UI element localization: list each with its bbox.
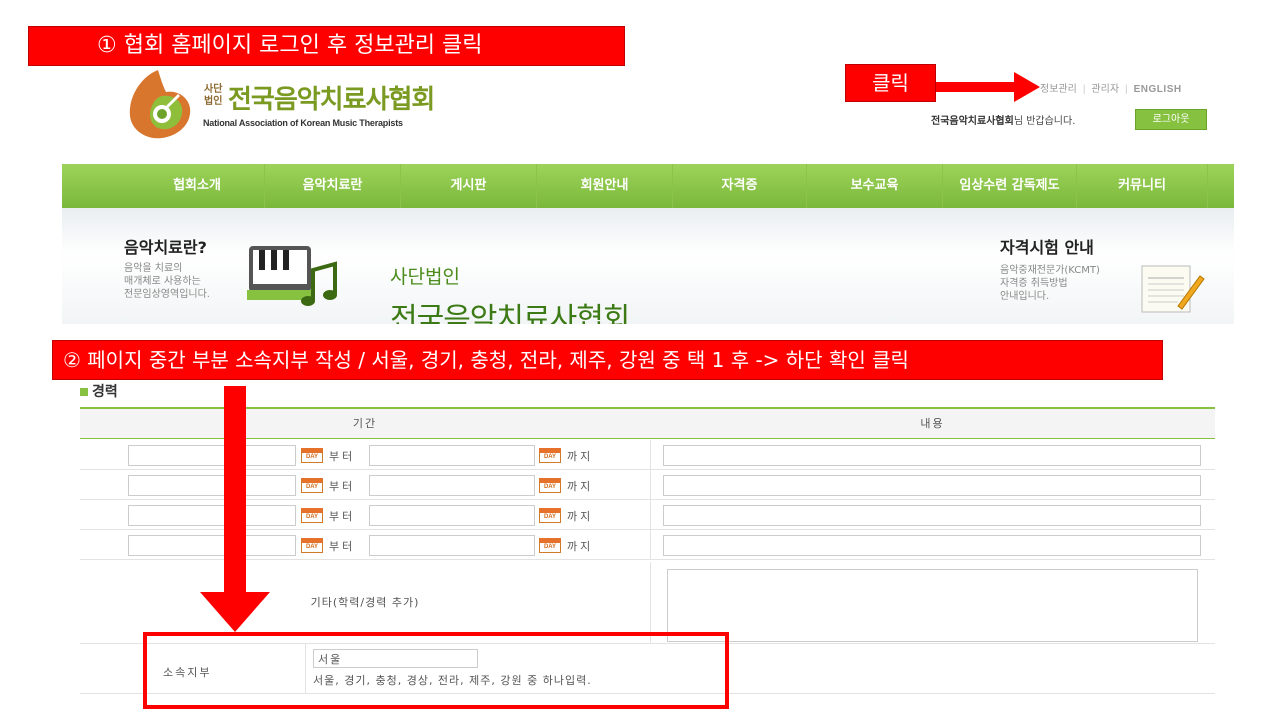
click-annotation: 클릭 — [845, 64, 936, 102]
etc-label: 기타(학력/경력 추가) — [310, 596, 420, 609]
page: 사단 법인 전국음악치료사협회 National Association of K… — [0, 0, 1280, 720]
arrow-right-icon — [936, 72, 1040, 102]
admin-link[interactable]: 관리자 — [1091, 84, 1119, 95]
banner-left-description: 음악을 치료의 매개체로 사용하는 전문임상영역입니다. — [124, 263, 210, 300]
step2-annotation: ② 페이지 중간 부분 소속지부 작성 / 서울, 경기, 충청, 전라, 제주… — [52, 340, 1163, 380]
banner-title: 전국음악치료사협회 — [390, 302, 630, 324]
welcome-suffix: 님 반갑습니다. — [1013, 116, 1076, 127]
calendar-icon[interactable]: DAY — [301, 478, 323, 493]
content-column-header: 내용 — [920, 417, 945, 430]
logo-english-name: National Association of Korean Music The… — [203, 118, 403, 128]
section-bullet-icon — [80, 388, 88, 396]
banner-right-description: 음악중재전문가(KCMT) 자격증 취득방법 안내입니다. — [1000, 265, 1100, 302]
step1-annotation: ① 협회 홈페이지 로그인 후 정보관리 클릭 — [28, 26, 625, 66]
banner-right-title[interactable]: 자격시험 안내 — [1000, 234, 1094, 258]
logout-button[interactable]: 로그아웃 — [1135, 109, 1207, 130]
nav-item-continuing-education[interactable]: 보수교육 — [806, 164, 942, 208]
piano-music-icon — [247, 246, 337, 306]
nav-item-music-therapy[interactable]: 음악치료란 — [264, 164, 400, 208]
from-label: 부터 — [329, 450, 356, 463]
calendar-icon[interactable]: DAY — [301, 508, 323, 523]
calendar-icon[interactable]: DAY — [301, 448, 323, 463]
from-label: 부터 — [329, 480, 356, 493]
nav-item-membership[interactable]: 회원안내 — [536, 164, 672, 208]
career-content-input[interactable] — [663, 535, 1201, 556]
end-date-input[interactable] — [369, 505, 535, 526]
info-management-link[interactable]: 정보관리 — [1040, 84, 1077, 95]
nav-item-clinical-supervision[interactable]: 임상수련 감독제도 — [942, 164, 1076, 208]
welcome-user-name: 전국음악치료사협회 — [931, 116, 1014, 127]
welcome-message: 전국음악치료사협회님 반갑습니다. — [931, 112, 1075, 127]
hero-banner: 음악치료란? 음악을 치료의 매개체로 사용하는 전문임상영역입니다. 사단법인 전… — [62, 208, 1234, 324]
english-link[interactable]: ENGLISH — [1134, 84, 1182, 95]
branch-highlight-box — [143, 632, 729, 709]
calendar-icon[interactable]: DAY — [539, 448, 561, 463]
etc-textarea[interactable] — [667, 569, 1198, 642]
logo-korean-name: 전국음악치료사협회 — [228, 85, 435, 115]
calendar-icon[interactable]: DAY — [539, 478, 561, 493]
music-note-logo-icon — [129, 70, 191, 139]
nav-item-board[interactable]: 게시판 — [400, 164, 536, 208]
nav-item-community[interactable]: 커뮤니티 — [1076, 164, 1208, 208]
banner-subtitle: 사단법인 — [390, 266, 460, 288]
main-navigation: 협회소개 음악치료란 게시판 회원안내 자격증 보수교육 임상수련 감독제도 커… — [62, 164, 1234, 208]
end-date-input[interactable] — [369, 445, 535, 466]
banner-left-title[interactable]: 음악치료란? — [124, 234, 207, 258]
utility-links: 정보관리 | 관리자 | ENGLISH — [1040, 84, 1182, 95]
association-logo[interactable]: 사단 법인 전국음악치료사협회 National Association of K… — [122, 66, 462, 142]
to-label: 까지 — [567, 510, 594, 523]
logo-corporation-label: 사단 법인 — [204, 84, 223, 107]
calendar-icon[interactable]: DAY — [539, 538, 561, 553]
end-date-input[interactable] — [369, 535, 535, 556]
certificate-document-icon — [1141, 265, 1205, 313]
to-label: 까지 — [567, 480, 594, 493]
calendar-icon[interactable]: DAY — [301, 538, 323, 553]
nav-item-certificate[interactable]: 자격증 — [672, 164, 806, 208]
period-column-header: 기간 — [352, 417, 378, 430]
arrow-down-icon — [200, 386, 270, 632]
career-section-title: 경력 — [80, 381, 118, 401]
career-content-input[interactable] — [663, 475, 1201, 496]
to-label: 까지 — [567, 450, 594, 463]
end-date-input[interactable] — [369, 475, 535, 496]
nav-item-about[interactable]: 협회소개 — [130, 164, 264, 208]
from-label: 부터 — [329, 510, 356, 523]
to-label: 까지 — [567, 540, 594, 553]
career-content-input[interactable] — [663, 505, 1201, 526]
calendar-icon[interactable]: DAY — [539, 508, 561, 523]
from-label: 부터 — [329, 540, 356, 553]
career-content-input[interactable] — [663, 445, 1201, 466]
